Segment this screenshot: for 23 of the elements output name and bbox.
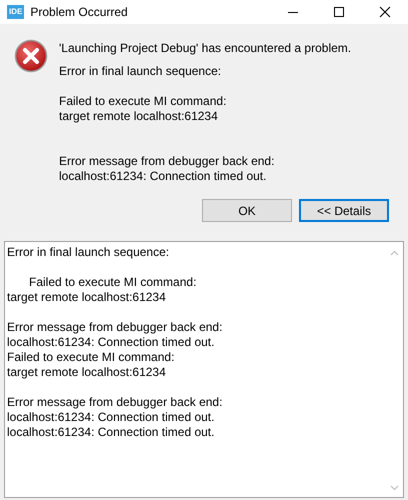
- details-line: Failed to execute MI command:: [7, 350, 174, 365]
- details-line: target remote localhost:61234: [7, 290, 166, 305]
- message-text: Failed to execute MI command:: [59, 94, 228, 109]
- ok-button[interactable]: OK: [202, 199, 292, 222]
- details-line: Error message from debugger back end:: [7, 395, 222, 410]
- message-text: Error in final launch sequence:: [59, 64, 222, 79]
- details-line: Failed to execute MI command:: [28, 275, 196, 290]
- details-line: Error message from debugger back end:: [7, 320, 222, 335]
- message-text: target remote localhost:61234: [59, 109, 219, 124]
- error-icon: [14, 39, 48, 73]
- window-title: Problem Occurred: [30, 5, 128, 19]
- details-line: target remote localhost:61234: [7, 365, 166, 380]
- details-button[interactable]: << Details: [299, 199, 389, 222]
- details-line: localhost:61234: Connection timed out.: [7, 425, 214, 440]
- maximize-icon[interactable]: [333, 6, 345, 18]
- close-icon[interactable]: [379, 6, 391, 18]
- details-line: Error in final launch sequence:: [7, 245, 170, 260]
- message-text: Error message from debugger back end:: [59, 154, 276, 169]
- message-text: localhost:61234: Connection timed out.: [59, 169, 268, 184]
- details-line: localhost:61234: Connection timed out.: [7, 410, 214, 425]
- details-line: localhost:61234: Connection timed out.: [7, 335, 214, 350]
- message-heading: 'Launching Project Debug' has encountered a problem.: [59, 41, 352, 56]
- app-logo-icon: IDE: [7, 5, 24, 19]
